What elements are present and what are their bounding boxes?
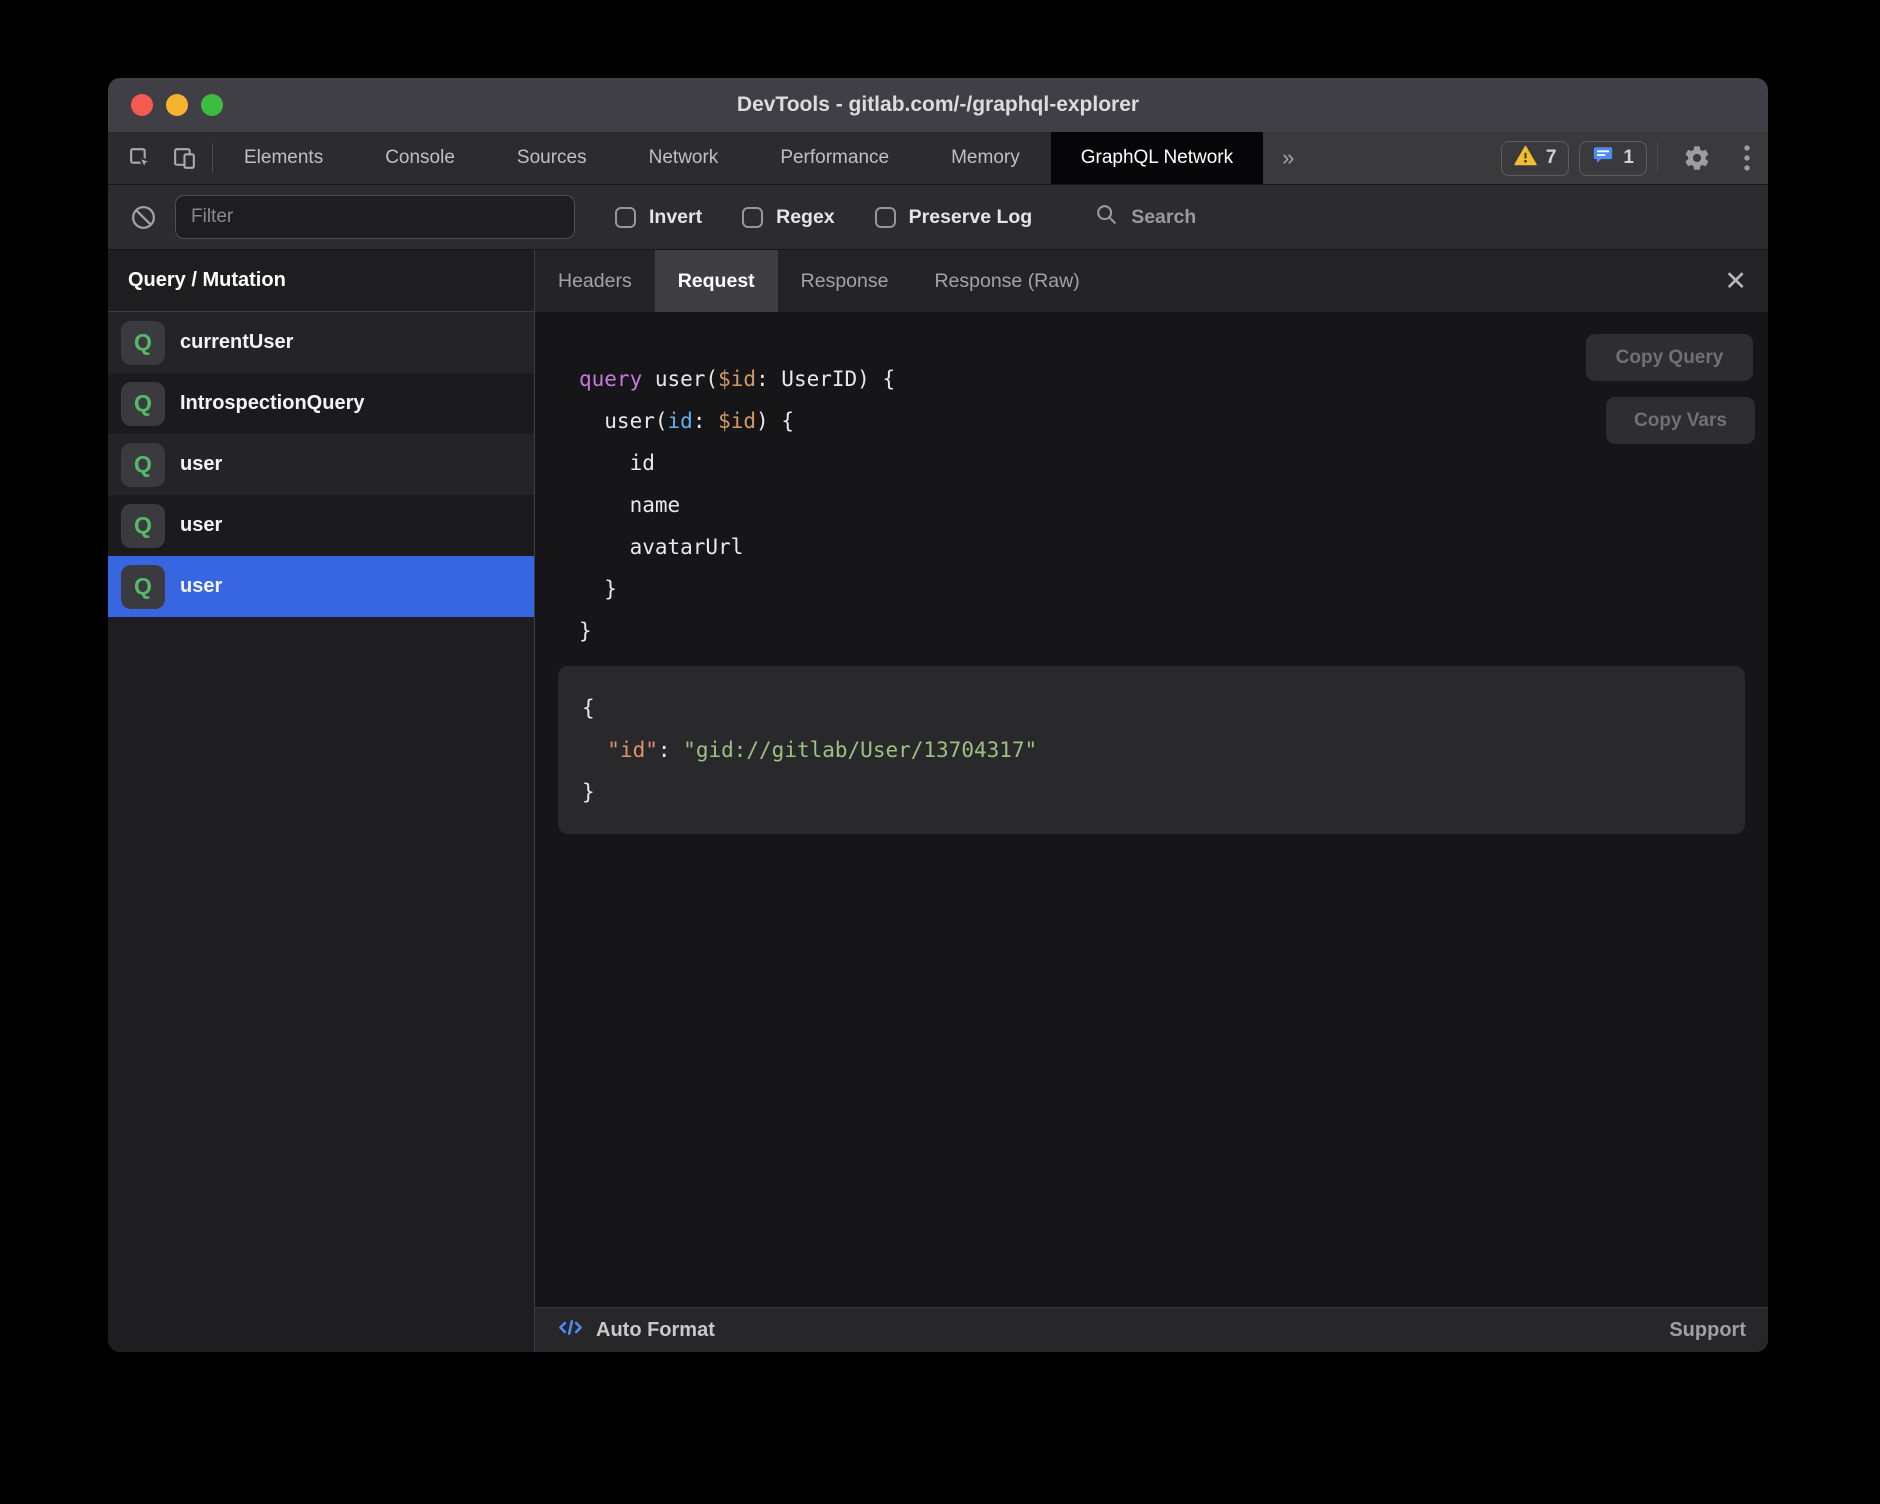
auto-format-button[interactable]: Auto Format	[596, 1319, 715, 1342]
status-badges: 7 1	[1501, 141, 1751, 176]
list-item-currentuser[interactable]: Q currentUser	[108, 312, 534, 373]
search-icon	[1094, 202, 1119, 232]
more-options-kebab-icon[interactable]	[1743, 143, 1751, 173]
tab-graphql-network[interactable]: GraphQL Network	[1051, 132, 1263, 184]
detail-footer: Auto Format Support	[535, 1307, 1768, 1352]
auto-format-icon[interactable]	[557, 1314, 584, 1346]
tab-request[interactable]: Request	[655, 250, 778, 312]
titlebar: DevTools - gitlab.com/-/graphql-explorer	[108, 78, 1768, 132]
settings-gear-icon[interactable]	[1683, 144, 1711, 172]
window-title: DevTools - gitlab.com/-/graphql-explorer	[108, 93, 1768, 117]
main-area: Query / Mutation Q currentUser Q Introsp…	[108, 250, 1768, 1352]
message-icon	[1592, 144, 1614, 172]
list-item-introspectionquery[interactable]: Q IntrospectionQuery	[108, 373, 534, 434]
query-list-panel: Query / Mutation Q currentUser Q Introsp…	[108, 250, 535, 1352]
copy-vars-button[interactable]: Copy Vars	[1606, 397, 1755, 444]
list-item-label: user	[180, 453, 222, 476]
warnings-badge[interactable]: 7	[1501, 141, 1570, 176]
tab-response[interactable]: Response	[778, 250, 912, 312]
list-item-user-2[interactable]: Q user	[108, 495, 534, 556]
graphql-query-code: query user($id: UserID) { user(id: $id) …	[558, 358, 1758, 652]
query-type-badge: Q	[121, 382, 165, 426]
query-variables-box: { "id": "gid://gitlab/User/13704317"}	[558, 666, 1745, 834]
tab-elements[interactable]: Elements	[213, 132, 354, 184]
devtools-window: DevTools - gitlab.com/-/graphql-explorer	[108, 78, 1768, 1352]
search-label: Search	[1131, 206, 1196, 229]
tab-memory[interactable]: Memory	[920, 132, 1051, 184]
search-control[interactable]: Search	[1094, 202, 1196, 232]
message-count: 1	[1623, 147, 1634, 169]
filter-input[interactable]	[175, 195, 575, 239]
preserve-log-checkbox[interactable]	[875, 207, 896, 228]
warning-count: 7	[1546, 147, 1557, 169]
inspect-element-icon[interactable]	[127, 145, 154, 172]
tab-headers[interactable]: Headers	[535, 250, 655, 312]
copy-query-button[interactable]: Copy Query	[1586, 334, 1753, 381]
block-requests-icon[interactable]	[130, 204, 157, 231]
list-item-label: IntrospectionQuery	[180, 392, 364, 415]
device-toolbar-icon[interactable]	[172, 145, 198, 172]
list-item-label: currentUser	[180, 331, 293, 354]
list-item-label: user	[180, 514, 222, 537]
request-body: query user($id: UserID) { user(id: $id) …	[535, 312, 1768, 1307]
tab-sources[interactable]: Sources	[486, 132, 618, 184]
tab-network[interactable]: Network	[618, 132, 750, 184]
regex-option: Regex	[742, 206, 835, 229]
list-item-label: user	[180, 575, 222, 598]
invert-option: Invert	[615, 206, 702, 229]
tab-performance[interactable]: Performance	[749, 132, 920, 184]
list-item-user-1[interactable]: Q user	[108, 434, 534, 495]
invert-label: Invert	[649, 206, 702, 229]
filter-bar: Invert Regex Preserve Log Search	[108, 185, 1768, 250]
toolbar-icons	[108, 132, 212, 184]
tab-response-raw[interactable]: Response (Raw)	[911, 250, 1102, 312]
list-item-user-selected[interactable]: Q user	[108, 556, 534, 617]
detail-tabs: Headers Request Response Response (Raw) …	[535, 250, 1768, 312]
query-type-badge: Q	[121, 443, 165, 487]
query-type-badge: Q	[121, 565, 165, 609]
regex-checkbox[interactable]	[742, 207, 763, 228]
query-list-header: Query / Mutation	[108, 250, 534, 312]
invert-checkbox[interactable]	[615, 207, 636, 228]
detail-panel: Headers Request Response Response (Raw) …	[535, 250, 1768, 1352]
more-tabs-button[interactable]: »	[1263, 145, 1313, 171]
close-detail-icon[interactable]: ✕	[1724, 268, 1747, 295]
preserve-log-option: Preserve Log	[875, 206, 1033, 229]
query-type-badge: Q	[121, 321, 165, 365]
tab-console[interactable]: Console	[354, 132, 486, 184]
devtools-toolbar: Elements Console Sources Network Perform…	[108, 132, 1768, 185]
badge-divider	[1657, 143, 1658, 173]
warning-icon	[1514, 145, 1537, 172]
support-link[interactable]: Support	[1669, 1319, 1746, 1342]
preserve-log-label: Preserve Log	[909, 206, 1033, 229]
query-type-badge: Q	[121, 504, 165, 548]
regex-label: Regex	[776, 206, 835, 229]
messages-badge[interactable]: 1	[1579, 141, 1647, 176]
toolbar-right-section: » 7	[1263, 132, 1768, 184]
